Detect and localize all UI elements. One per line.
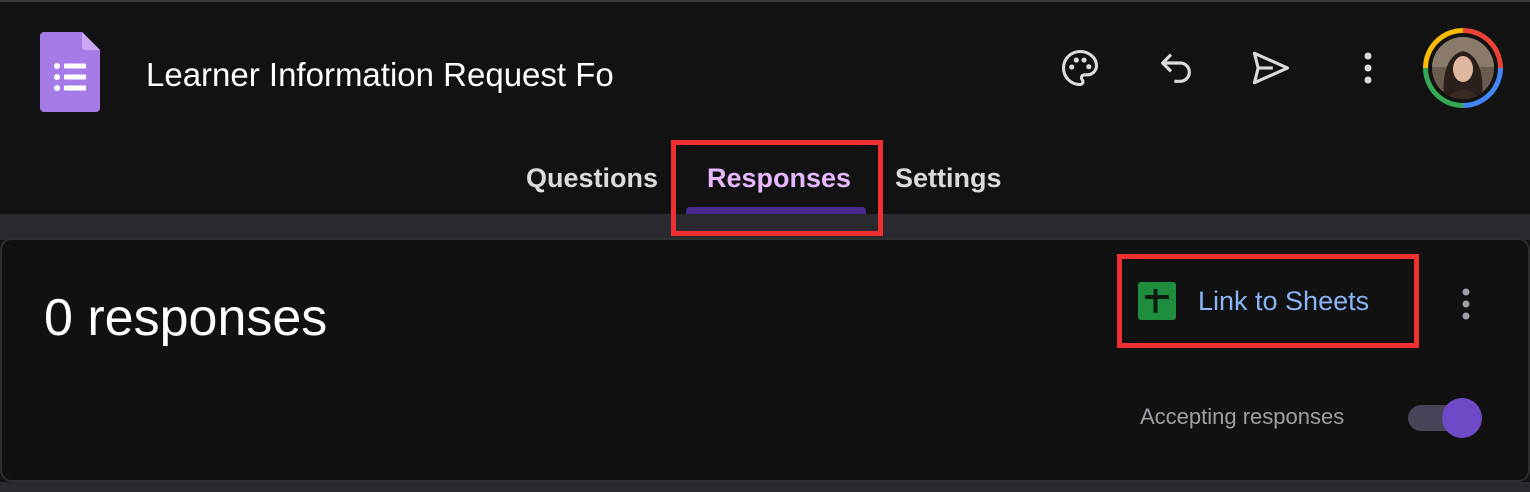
avatar-frame (1428, 33, 1498, 103)
forms-logo-icon[interactable] (40, 32, 100, 112)
accepting-responses-toggle[interactable] (1408, 398, 1482, 438)
highlight-link-to-sheets (1117, 254, 1419, 348)
tab-questions[interactable]: Questions (526, 160, 658, 196)
palette-icon[interactable] (1052, 40, 1108, 96)
accepting-responses-label: Accepting responses (1140, 404, 1345, 429)
more-vert-icon[interactable] (1340, 40, 1396, 96)
account-avatar[interactable] (1423, 28, 1503, 108)
tab-settings[interactable]: Settings (895, 160, 1002, 196)
send-icon[interactable] (1243, 40, 1299, 96)
highlight-responses-tab (671, 140, 883, 236)
toggle-thumb (1442, 398, 1482, 438)
undo-icon[interactable] (1148, 40, 1204, 96)
form-title[interactable]: Learner Information Request Fo (146, 54, 642, 96)
avatar-photo (1432, 37, 1494, 99)
responses-more-options-icon[interactable] (1440, 276, 1492, 332)
page-bottom-band (0, 482, 1530, 492)
response-count: 0 responses (44, 289, 328, 347)
